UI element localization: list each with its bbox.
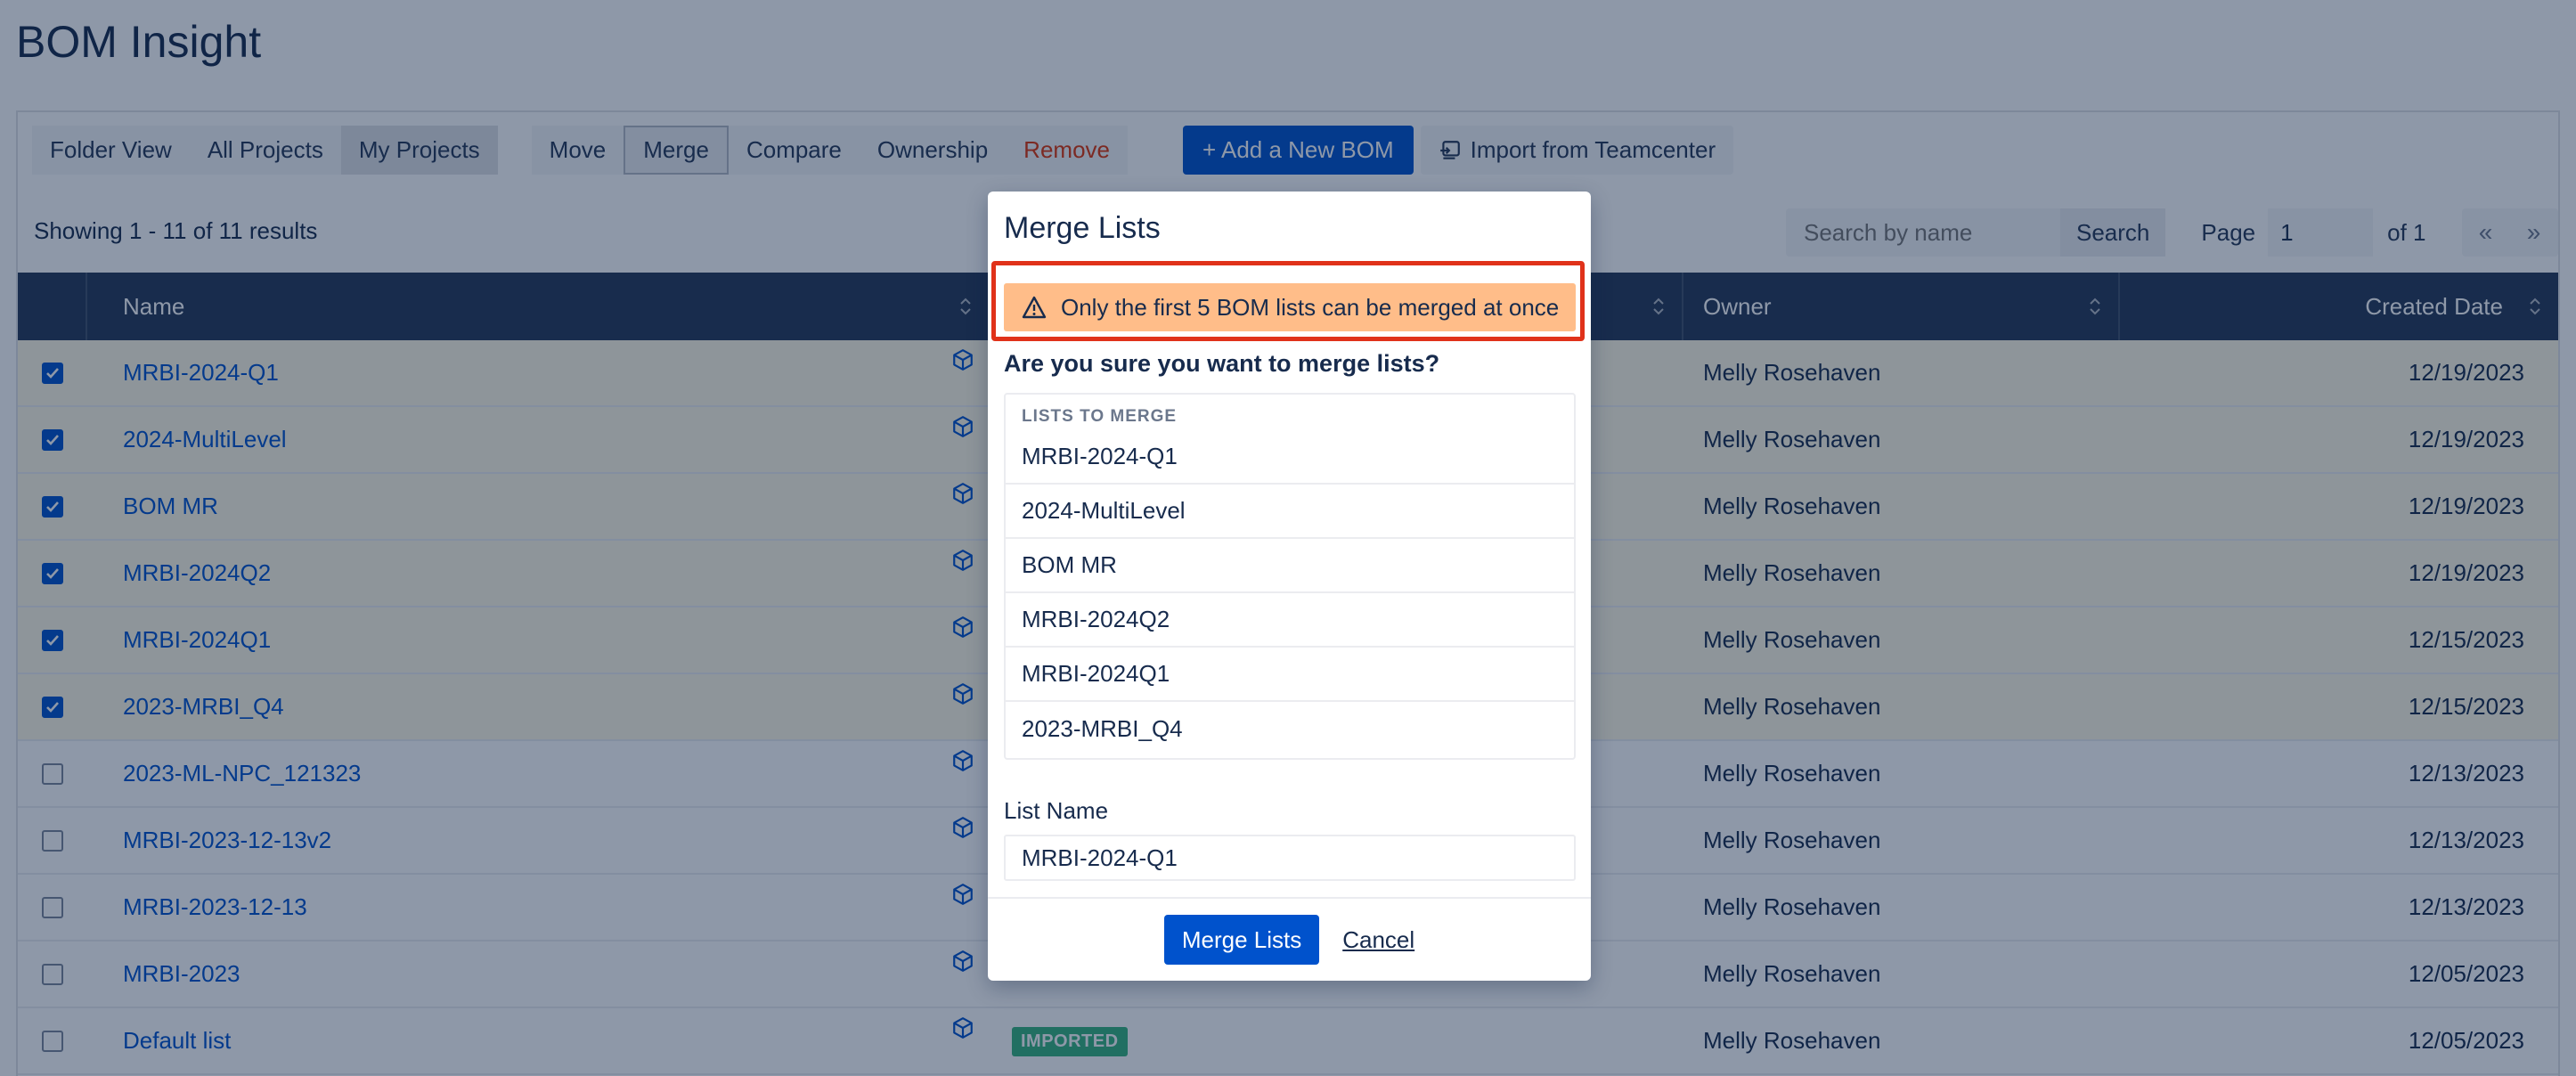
- merge-list-item: BOM MR: [1006, 539, 1574, 593]
- lists-header: LISTS TO MERGE: [1022, 407, 1178, 426]
- warning-text: Only the first 5 BOM lists can be merged…: [1061, 293, 1560, 321]
- dialog-title: Merge Lists: [1004, 211, 1161, 245]
- cancel-button[interactable]: Cancel: [1342, 926, 1414, 954]
- merge-list: MRBI-2024-Q1 2024-MultiLevel BOM MR MRBI-20…: [1006, 430, 1574, 756]
- list-name-label: List Name: [1004, 797, 1109, 824]
- warning-icon: [1022, 296, 1047, 319]
- merge-lists-button[interactable]: Merge Lists: [1163, 915, 1320, 965]
- merge-list-item: MRBI-2024Q1: [1006, 648, 1574, 702]
- confirm-question: Are you sure you want to merge lists?: [1004, 350, 1440, 377]
- lists-to-merge-box: LISTS TO MERGE MRBI-2024-Q1 2024-MultiLev…: [1004, 393, 1576, 760]
- merge-list-item: 2023-MRBI_Q4: [1022, 715, 1183, 742]
- warning-banner: Only the first 5 BOM lists can be merged…: [1004, 283, 1576, 331]
- merge-list-item: MRBI-2024-Q1: [1006, 430, 1574, 485]
- page: BOM Insight Folder View All Projects My …: [0, 0, 2576, 1076]
- merge-list-item: 2024-MultiLevel: [1006, 485, 1574, 539]
- dialog-footer: Merge Lists Cancel: [988, 897, 1591, 981]
- merge-lists-dialog: Merge Lists Only the first 5 BOM lists c…: [988, 192, 1591, 981]
- merge-list-item: MRBI-2024Q2: [1006, 593, 1574, 648]
- list-name-input[interactable]: [1004, 835, 1576, 881]
